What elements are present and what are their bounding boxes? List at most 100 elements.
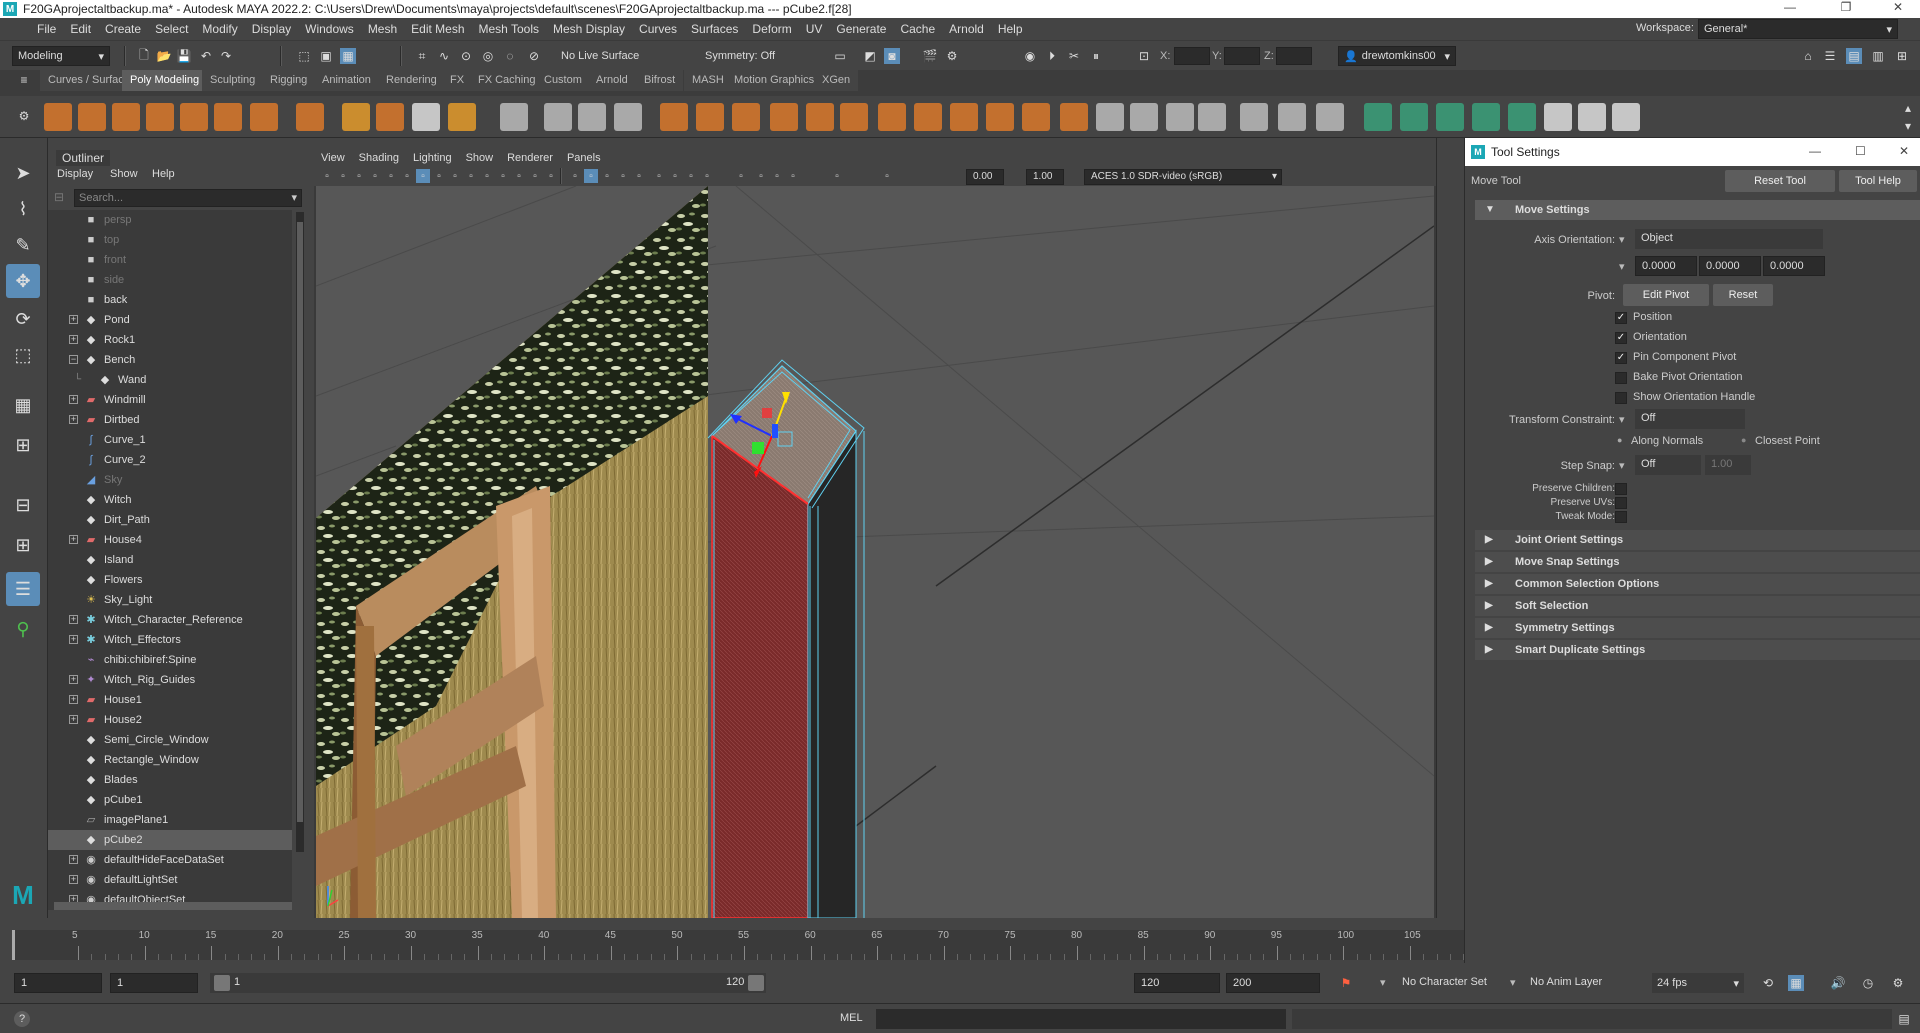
grid-icon[interactable]: ▫ [448,169,462,183]
chevron-down-icon[interactable]: ▾ [1510,976,1516,989]
new-scene-icon[interactable]: 🗋 [136,48,152,64]
shelf-tab-animation[interactable]: Animation [314,70,379,91]
super-shape-icon[interactable] [342,103,370,131]
outliner-item-dirt-path[interactable]: ◆ Dirt_Path [48,510,292,530]
x-field[interactable] [1174,47,1210,65]
move-tool-icon[interactable]: ✥ [6,264,40,298]
attribute-editor-icon[interactable]: ☰ [1822,48,1838,64]
outliner-item-persp[interactable]: ■ persp [48,210,292,230]
cut-uv-icon[interactable] [1400,103,1428,131]
lasso-tool-icon[interactable]: ⌇ [6,192,40,226]
expand-icon[interactable]: + [69,695,78,704]
preserve-uvs-checkbox[interactable] [1615,497,1627,509]
section-move-settings[interactable]: ▼ Move Settings [1475,200,1920,220]
edit-pivot-button[interactable]: Edit Pivot [1623,284,1709,306]
extract-icon[interactable] [578,103,606,131]
outliner-item-pcube1[interactable]: ◆ pCube1 [48,790,292,810]
textured-icon[interactable]: ▫ [600,169,614,183]
chevron-down-icon[interactable]: ▾ [1380,976,1386,989]
persp-graph-layout-icon[interactable]: ⊞ [6,528,40,562]
minimize-icon[interactable]: — [1770,0,1810,14]
shelf-tab-xgen[interactable]: XGen [814,70,859,91]
outliner-search-input[interactable]: Search... ▾ [74,189,302,207]
menu-arnold[interactable]: Arnold [942,22,991,36]
menu-display[interactable]: Display [245,22,298,36]
menu-mesh[interactable]: Mesh [361,22,404,36]
poly-cylinder-icon[interactable] [112,103,140,131]
expand-icon[interactable]: + [69,715,78,724]
redo-icon[interactable]: ↷ [218,48,234,64]
chevron-down-icon[interactable]: ▾ [1619,413,1625,426]
booleans-icon[interactable] [770,103,798,131]
snap-projected-icon[interactable]: ◎ [480,48,496,64]
playback-speed-icon[interactable]: ◷ [1860,975,1876,991]
outliner-menu-show[interactable]: Show [110,168,138,180]
select-camera-icon[interactable]: ▫ [320,169,334,183]
end-frame-field[interactable]: 120 [1134,973,1220,993]
viewport-menu-view[interactable]: View [314,152,352,164]
smooth-mesh-icon[interactable] [878,103,906,131]
offset-edge-loop-icon[interactable] [1130,103,1158,131]
bake-uv-icon[interactable] [1240,103,1268,131]
shelf-menu-icon[interactable]: ≡ [16,72,32,88]
outliner-item-rectangle-window[interactable]: ◆ Rectangle_Window [48,750,292,770]
menu-cache[interactable]: Cache [893,22,942,36]
resolution-gate-icon[interactable]: ▫ [480,169,494,183]
ipr-icon[interactable]: ◙ [884,48,900,64]
sound-icon[interactable]: 🔊 [1830,975,1846,991]
script-language-label[interactable]: MEL [840,1012,863,1024]
open-scene-icon[interactable]: 📂 [156,48,172,64]
poly-disc-icon[interactable] [250,103,278,131]
scroll-thumb[interactable] [297,222,303,822]
shelf-tab-rigging[interactable]: Rigging [262,70,316,91]
menu-windows[interactable]: Windows [298,22,361,36]
separate-mesh-icon[interactable] [696,103,724,131]
help-icon[interactable]: ? [14,1011,30,1027]
poly-torus-icon[interactable] [180,103,208,131]
loop-icon[interactable]: ⟲ [1760,975,1776,991]
depth-of-field-icon[interactable]: ▫ [700,169,714,183]
menu-modify[interactable]: Modify [195,22,244,36]
expand-icon[interactable]: + [69,395,78,404]
current-frame-marker[interactable] [12,930,15,960]
menu-help[interactable]: Help [991,22,1030,36]
anim-layer-value[interactable]: No Anim Layer [1530,976,1602,988]
uv-grid-icon[interactable] [1578,103,1606,131]
auto-key-icon[interactable]: ⚑ [1338,975,1354,991]
outliner-item-pcube2[interactable]: ◆ pCube2 [48,830,292,850]
expand-icon[interactable]: + [69,635,78,644]
xray-icon[interactable]: ▫ [754,169,768,183]
smooth-icon[interactable] [614,103,642,131]
poly-cube-icon[interactable] [78,103,106,131]
arnold-render-icon[interactable]: ◉ [1022,48,1038,64]
bookmark-icon[interactable]: ▫ [368,169,382,183]
tweak-mode-checkbox[interactable] [1615,511,1627,523]
color-space-dropdown[interactable]: ACES 1.0 SDR-video (sRGB) ▾ [1084,169,1282,185]
select-hierarchy-icon[interactable]: ⬚ [296,48,312,64]
separate-icon[interactable] [544,103,572,131]
outliner-item-house2[interactable]: + ▰ House2 [48,710,292,730]
section-soft-selection[interactable]: ▶ Soft Selection [1475,596,1920,616]
outliner-item-imageplane1[interactable]: ▱ imagePlane1 [48,810,292,830]
radio-along-normals-icon[interactable]: ● [1617,435,1622,445]
outliner-item-wand[interactable]: └ ◆ Wand [48,370,292,390]
step-snap-dropdown[interactable]: Off [1635,455,1701,475]
expand-icon[interactable]: + [69,855,78,864]
wireframe-icon[interactable]: ▫ [568,169,582,183]
outliner-item-defaultlightset[interactable]: + ◉ defaultLightSet [48,870,292,890]
cache-playback-icon[interactable]: ▦ [1788,975,1804,991]
select-component-icon[interactable]: ▦ [340,48,356,64]
menu-mesh-tools[interactable]: Mesh Tools [472,22,546,36]
two-d-pan-icon[interactable]: ▫ [416,169,430,183]
outliner-item-curve-2[interactable]: ∫ Curve_2 [48,450,292,470]
shelf-tab-custom[interactable]: Custom [536,70,590,91]
command-input[interactable] [876,1009,1286,1029]
section-move-snap-settings[interactable]: ▶ Move Snap Settings [1475,552,1920,572]
chevron-down-icon[interactable]: ▾ [1619,233,1625,246]
uv-shell-icon[interactable] [1544,103,1572,131]
expand-icon[interactable]: + [69,415,78,424]
outliner-item-curve-1[interactable]: ∫ Curve_1 [48,430,292,450]
snap-curve-icon[interactable]: ∿ [436,48,452,64]
channel-box-icon[interactable]: ▥ [1870,48,1886,64]
filter-icon[interactable]: ⊟ [54,190,64,204]
